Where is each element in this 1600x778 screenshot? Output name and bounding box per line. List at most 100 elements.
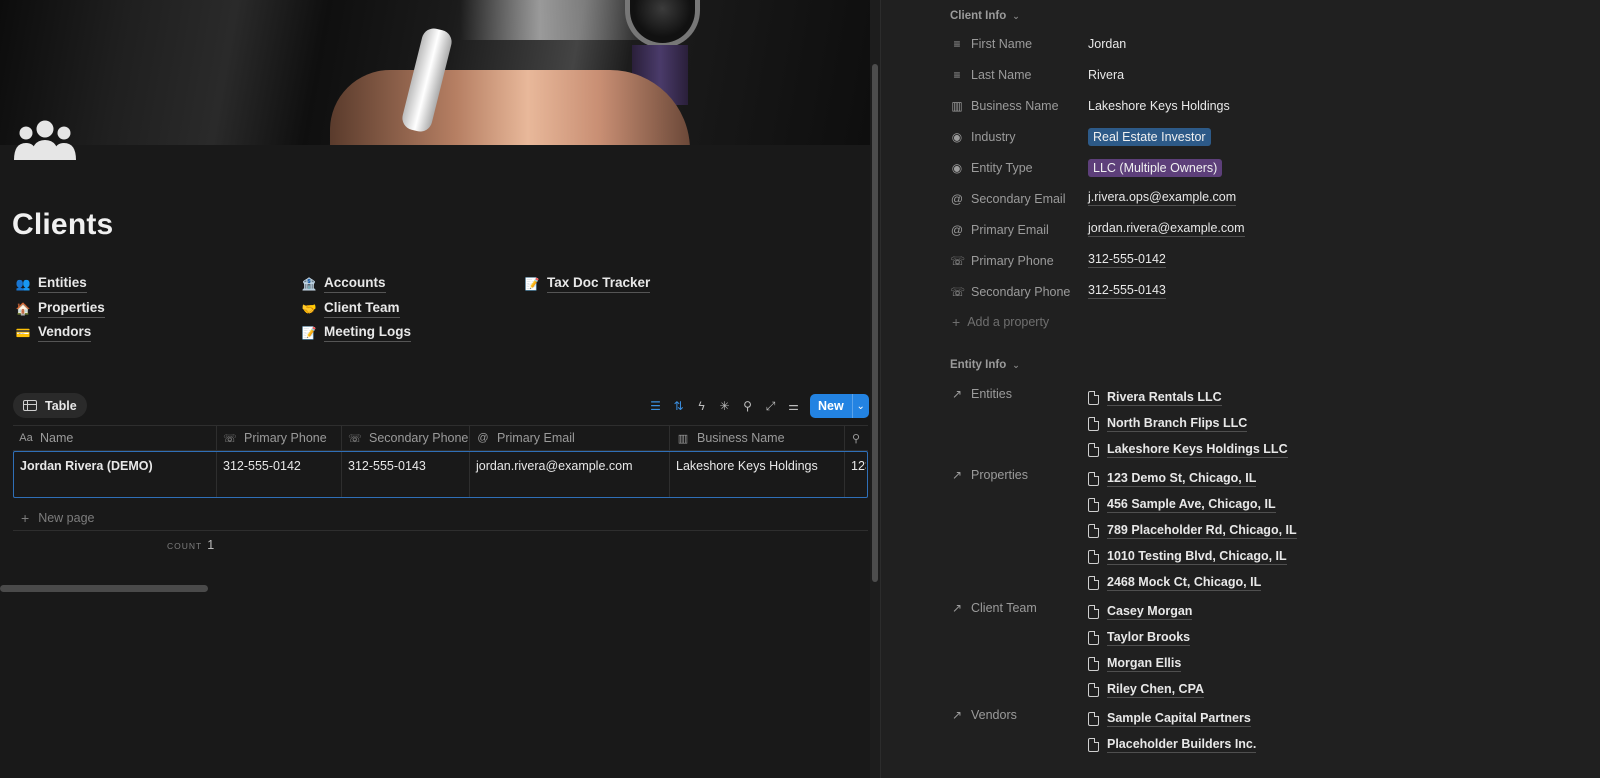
property-label[interactable]: Properties <box>971 466 1088 484</box>
side-peek-scrollbar[interactable] <box>1592 0 1600 778</box>
count-summary[interactable]: COUNT 1 <box>167 538 214 552</box>
relation-item[interactable]: Riley Chen, CPA <box>1088 677 1205 703</box>
property-value[interactable]: j.rivera.ops@example.com <box>1088 190 1237 206</box>
chevron-down-icon[interactable]: ⌄ <box>851 394 869 418</box>
cell-business-name[interactable]: Lakeshore Keys Holdings <box>670 452 845 497</box>
relation-item[interactable]: Sample Capital Partners <box>1088 706 1256 732</box>
relation-item-label[interactable]: Casey Morgan <box>1107 604 1193 620</box>
property-label[interactable]: Entity Type <box>971 159 1088 177</box>
relation-item[interactable]: 123 Demo St, Chicago, IL <box>1088 466 1297 492</box>
property-value[interactable]: jordan.rivera@example.com <box>1088 221 1245 237</box>
relation-item-label[interactable]: 456 Sample Ave, Chicago, IL <box>1107 497 1276 513</box>
property-label[interactable]: Entities <box>971 385 1088 403</box>
property-value[interactable]: 312-555-0143 <box>1088 283 1166 299</box>
relation-item-label[interactable]: 2468 Mock Ct, Chicago, IL <box>1107 575 1262 591</box>
cell-location[interactable]: 123 <box>845 452 866 497</box>
property-value[interactable]: Lakeshore Keys Holdings <box>1088 97 1230 115</box>
column-header-secondary-phone[interactable]: ☏ Secondary Phone <box>342 426 470 450</box>
relation-item[interactable]: 1010 Testing Blvd, Chicago, IL <box>1088 544 1297 570</box>
new-button-label[interactable]: New <box>810 394 852 418</box>
new-button[interactable]: New ⌄ <box>810 394 869 418</box>
relation-item[interactable]: North Branch Flips LLC <box>1088 411 1288 437</box>
property-label[interactable]: Vendors <box>971 706 1088 724</box>
link-label[interactable]: Vendors <box>38 324 92 343</box>
link-properties[interactable]: 🏠 Properties <box>15 297 105 322</box>
add-property-button[interactable]: + Add a property <box>952 314 1049 330</box>
client-info-header[interactable]: Client Info ⌄ <box>950 10 1020 22</box>
cell-name[interactable]: Jordan Rivera (DEMO) <box>14 452 217 497</box>
relation-item-label[interactable]: Placeholder Builders Inc. <box>1107 737 1257 753</box>
cell-secondary-phone[interactable]: 312-555-0143 <box>342 452 470 497</box>
relation-item-label[interactable]: Sample Capital Partners <box>1107 711 1251 727</box>
relation-item[interactable]: Rivera Rentals LLC <box>1088 385 1288 411</box>
link-client-team[interactable]: 🤝 Client Team <box>301 297 411 322</box>
relation-item-label[interactable]: 789 Placeholder Rd, Chicago, IL <box>1107 523 1297 539</box>
relation-item[interactable]: Lakeshore Keys Holdings LLC <box>1088 437 1288 463</box>
settings-sliders-icon[interactable]: ⚌ <box>782 395 805 417</box>
ai-sparkle-icon[interactable]: ✳ <box>713 395 736 417</box>
column-header-location[interactable]: ⚲ <box>845 426 868 450</box>
relation-item-label[interactable]: 123 Demo St, Chicago, IL <box>1107 471 1257 487</box>
relation-item[interactable]: Placeholder Builders Inc. <box>1088 732 1257 758</box>
table-row[interactable]: Jordan Rivera (DEMO) 312-555-0142 312-55… <box>13 451 868 498</box>
relation-item-label[interactable]: 1010 Testing Blvd, Chicago, IL <box>1107 549 1287 565</box>
link-label[interactable]: Properties <box>38 300 105 318</box>
relation-item[interactable]: 456 Sample Ave, Chicago, IL <box>1088 492 1297 518</box>
relation-item[interactable]: 2468 Mock Ct, Chicago, IL <box>1088 570 1297 596</box>
relation-item-label[interactable]: Rivera Rentals LLC <box>1107 390 1222 406</box>
sort-icon[interactable]: ⇅ <box>667 395 690 417</box>
property-value[interactable]: Jordan <box>1088 35 1126 53</box>
column-header-name[interactable]: Aa Name <box>13 426 217 450</box>
link-accounts[interactable]: 🏦 Accounts <box>301 272 411 297</box>
select-icon: ◉ <box>951 130 963 144</box>
property-label[interactable]: Last Name <box>971 66 1088 84</box>
link-label[interactable]: Accounts <box>324 275 386 294</box>
search-icon[interactable]: ⚲ <box>736 395 759 417</box>
relation-item-label[interactable]: North Branch Flips LLC <box>1107 416 1248 432</box>
link-label[interactable]: Client Team <box>324 300 400 318</box>
link-label[interactable]: Tax Doc Tracker <box>547 275 651 294</box>
new-page-button[interactable]: + New page <box>13 505 868 531</box>
filter-icon[interactable]: ☰ <box>644 395 667 417</box>
view-tab-table[interactable]: Table <box>13 393 87 418</box>
property-label[interactable]: Industry <box>971 128 1088 146</box>
column-header-primary-email[interactable]: @ Primary Email <box>470 426 670 450</box>
horizontal-scrollbar[interactable] <box>0 585 208 592</box>
property-value[interactable]: Rivera <box>1088 66 1124 84</box>
relation-item-label[interactable]: Lakeshore Keys Holdings LLC <box>1107 442 1288 458</box>
relation-item-label[interactable]: Taylor Brooks <box>1107 630 1191 646</box>
link-label[interactable]: Entities <box>38 275 87 294</box>
entity-info-header[interactable]: Entity Info ⌄ <box>950 359 1020 371</box>
link-vendors[interactable]: 💳 Vendors <box>15 321 105 346</box>
link-entities[interactable]: 👥 Entities <box>15 272 105 297</box>
people-group-icon[interactable] <box>12 118 78 160</box>
link-label[interactable]: Meeting Logs <box>324 324 411 343</box>
property-value[interactable]: 312-555-0142 <box>1088 252 1166 268</box>
relation-item[interactable]: Morgan Ellis <box>1088 651 1204 677</box>
property-label[interactable]: Primary Email <box>971 221 1088 239</box>
expand-icon[interactable]: ⤢ <box>759 395 782 417</box>
relation-item[interactable]: 789 Placeholder Rd, Chicago, IL <box>1088 518 1297 544</box>
cover-image[interactable] <box>0 0 888 145</box>
cell-primary-email[interactable]: jordan.rivera@example.com <box>470 452 670 497</box>
vertical-scrollbar[interactable] <box>872 64 878 582</box>
relation-item[interactable]: Taylor Brooks <box>1088 625 1204 651</box>
property-label[interactable]: Client Team <box>971 599 1088 617</box>
relation-item-label[interactable]: Riley Chen, CPA <box>1107 682 1205 698</box>
column-header-business-name[interactable]: ▥ Business Name <box>670 426 845 450</box>
link-tax-doc-tracker[interactable]: 📝 Tax Doc Tracker <box>524 272 651 297</box>
link-meeting-logs[interactable]: 📝 Meeting Logs <box>301 321 411 346</box>
relation-item-label[interactable]: Morgan Ellis <box>1107 656 1182 672</box>
entity-type-tag[interactable]: LLC (Multiple Owners) <box>1088 159 1223 177</box>
column-header-primary-phone[interactable]: ☏ Primary Phone <box>217 426 342 450</box>
property-label[interactable]: Secondary Email <box>971 190 1088 208</box>
page-title[interactable]: Clients <box>12 208 113 242</box>
cell-primary-phone[interactable]: 312-555-0142 <box>217 452 342 497</box>
property-label[interactable]: Business Name <box>971 97 1088 115</box>
property-label[interactable]: Secondary Phone <box>971 283 1088 301</box>
industry-tag[interactable]: Real Estate Investor <box>1088 128 1211 146</box>
relation-item[interactable]: Casey Morgan <box>1088 599 1204 625</box>
automation-lightning-icon[interactable]: ϟ <box>690 395 713 417</box>
property-label[interactable]: First Name <box>971 35 1088 53</box>
property-label[interactable]: Primary Phone <box>971 252 1088 270</box>
